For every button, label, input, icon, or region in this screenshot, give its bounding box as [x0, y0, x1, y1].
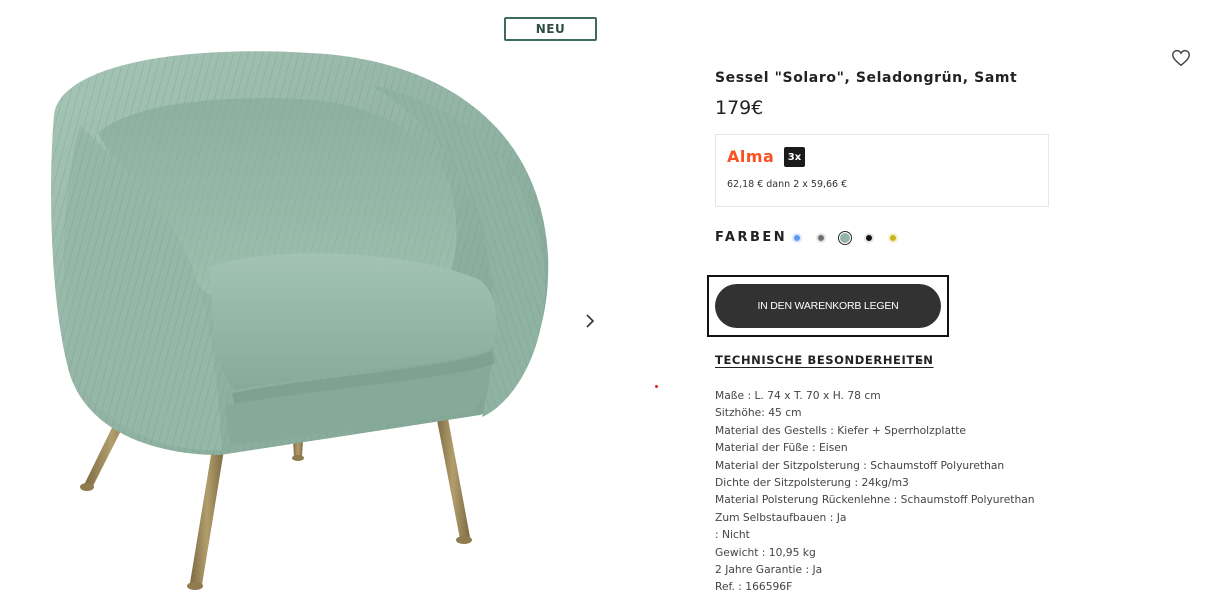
product-title: Sessel "Solaro", Seladongrün, Samt [715, 70, 1018, 86]
new-badge: NEU [504, 17, 597, 41]
spec-item: Material der Sitzpolsterung : Schaumstof… [715, 458, 1005, 472]
product-gallery: NEU [0, 0, 660, 613]
spec-item: Zum Selbstaufbauen : Ja [715, 510, 847, 524]
chair-leg [436, 413, 470, 539]
spec-item: 2 Jahre Garantie : Ja [715, 563, 823, 577]
alma-logo: Alma [727, 147, 775, 166]
installments-text: 62,18 € dann 2 x 59,66 € [727, 179, 848, 190]
gallery-next-button[interactable] [578, 308, 602, 334]
technical-details-toggle[interactable]: - [918, 353, 923, 367]
spec-item: Sitzhöhe: 45 cm [715, 406, 802, 420]
installments-badge: 3x [784, 147, 805, 167]
wishlist-button[interactable] [1170, 47, 1192, 69]
color-swatch-mustard[interactable] [888, 233, 898, 243]
color-swatch-seladon[interactable] [838, 231, 852, 245]
color-swatches [792, 230, 912, 246]
chevron-right-icon [586, 314, 595, 328]
spec-item: Material des Gestells : Kiefer + Sperrho… [715, 423, 966, 437]
technical-specs-list: Maße : L. 74 x T. 70 x H. 78 cm Sitzhöhe… [715, 387, 1035, 596]
spec-item: Dichte der Sitzpolsterung : 24kg/m3 [715, 476, 909, 490]
spec-item: Material Polsterung Rückenlehne : Schaum… [715, 493, 1035, 507]
spec-item: Ref. : 166596F [715, 580, 793, 594]
spec-item: : Nicht [715, 528, 750, 542]
alma-payment-box[interactable]: Alma 3x 62,18 € dann 2 x 59,66 € [715, 134, 1049, 207]
color-swatch-grey[interactable] [816, 233, 826, 243]
add-to-cart-button[interactable]: IN DEN WARENKORB LEGEN [715, 284, 941, 328]
heart-outline-icon [1172, 49, 1190, 67]
product-price: 179€ [715, 97, 764, 119]
technical-details-heading[interactable]: TECHNISCHE BESONDERHEITEN [715, 353, 934, 367]
spec-item: Gewicht : 10,95 kg [715, 545, 816, 559]
color-swatch-blue[interactable] [792, 233, 802, 243]
colors-label: FARBEN [715, 230, 788, 245]
color-swatch-black[interactable] [864, 233, 874, 243]
decorative-dot [655, 385, 658, 388]
chair-leg [190, 449, 224, 585]
product-image-armchair[interactable] [40, 45, 560, 605]
spec-item: Material der Füße : Eisen [715, 441, 848, 455]
spec-item: Maße : L. 74 x T. 70 x H. 78 cm [715, 389, 881, 402]
